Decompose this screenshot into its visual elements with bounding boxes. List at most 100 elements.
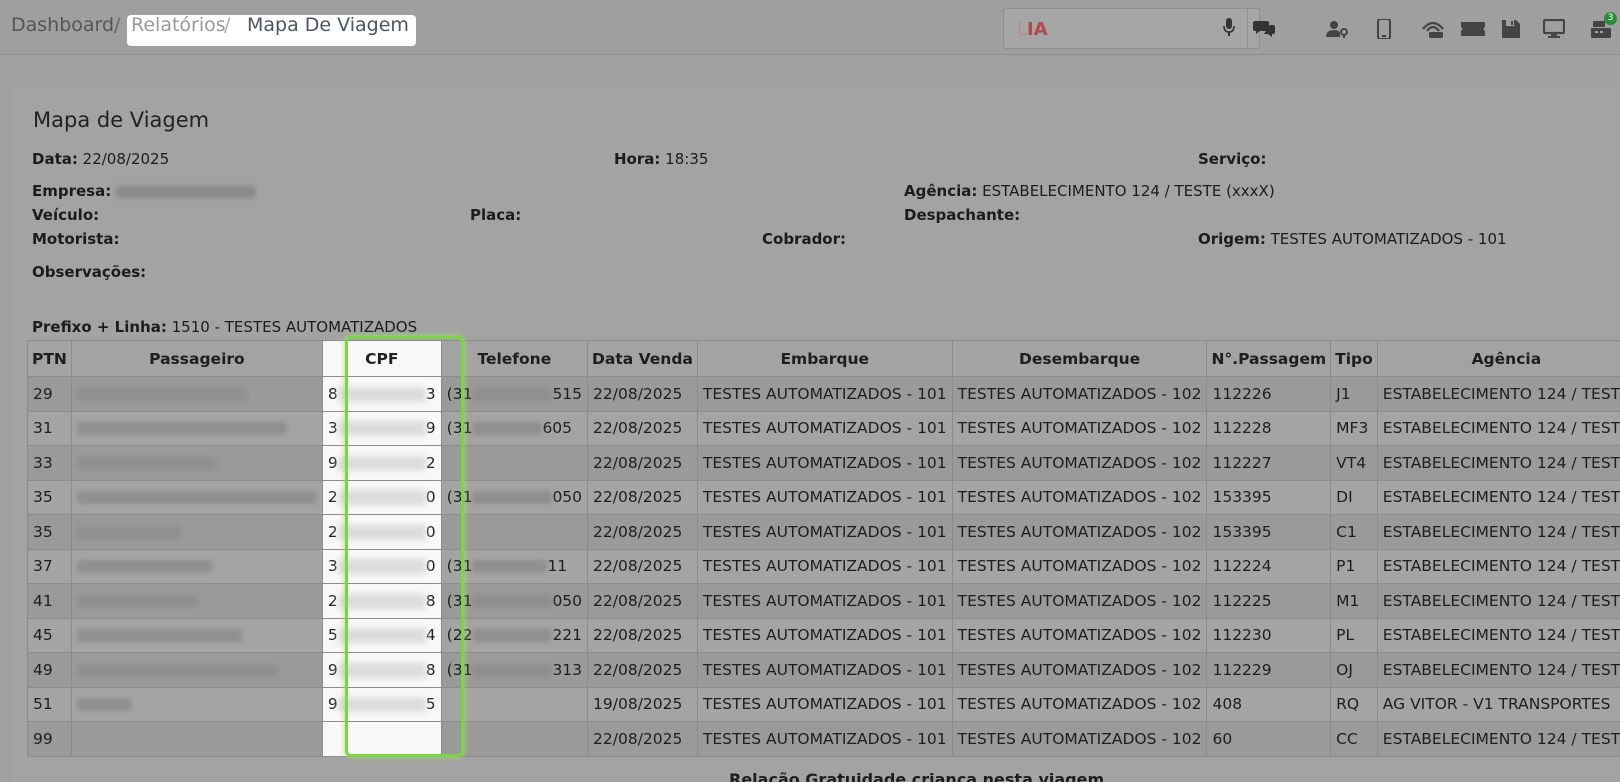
breadcrumb-dashboard[interactable]: Dashboard — [11, 14, 114, 36]
redacted-value — [337, 386, 426, 402]
cell-data-venda: 22/08/2025 — [587, 617, 698, 653]
cobrador-field: Cobrador: — [762, 230, 847, 248]
redacted-value — [337, 559, 426, 575]
cell-passageiro — [70, 583, 323, 619]
divider — [1247, 9, 1248, 48]
cell-embarque: TESTES AUTOMATIZADOS - 101 — [696, 479, 953, 515]
cpf-first-digit: 2 — [327, 488, 338, 507]
table-row: 99 22/08/2025 TESTES AUTOMATIZADOS - 101 TE… — [27, 721, 1620, 757]
cell-n-passagem: 112230 — [1206, 617, 1332, 653]
top-bar: Dashboard / Relatórios / Mapa De Viagem … — [0, 0, 1620, 55]
header-desembarque[interactable]: Desembarque — [951, 340, 1208, 377]
header-tipo[interactable]: Tipo — [1330, 340, 1378, 377]
agencia-field: Agência: ESTABELECIMENTO 124 / TESTE (xx… — [904, 182, 1275, 200]
breadcrumb-separator: / — [224, 14, 231, 36]
tel-suffix: 11 — [547, 557, 568, 576]
cell-agencia: ESTABELECIMENTO 124 / TESTE — [1376, 479, 1620, 515]
cell-ptn: 35 — [27, 479, 72, 515]
cell-ptn: 49 — [27, 652, 72, 688]
header-passageiro[interactable]: Passageiro — [70, 340, 323, 377]
ia-search-box[interactable]: LIA — [1003, 8, 1260, 49]
cell-telefone: (31 515 — [440, 376, 589, 412]
table-row: 29 8 3 (31 515 22/08/2025 TESTES AUTOMATIZADOS… — [27, 376, 1620, 412]
cell-n-passagem: 112224 — [1206, 548, 1332, 584]
cell-agencia: ESTABELECIMENTO 124 / TESTE — [1376, 410, 1620, 446]
cell-passageiro — [70, 514, 323, 550]
notification-badge: 3 — [1604, 12, 1617, 25]
cell-ptn: 41 — [27, 583, 72, 619]
breadcrumb-separator: / — [114, 14, 121, 36]
redacted-value — [76, 422, 287, 436]
cell-desembarque: TESTES AUTOMATIZADOS - 102 — [951, 410, 1208, 446]
tel-prefix: (31 — [446, 488, 473, 507]
cell-data-venda: 22/08/2025 — [587, 376, 698, 412]
cell-ptn: 29 — [27, 376, 72, 412]
cpf-first-digit: 9 — [327, 695, 338, 714]
cell-passageiro — [70, 410, 323, 446]
cell-embarque: TESTES AUTOMATIZADOS - 101 — [696, 548, 953, 584]
cpf-first-digit: 5 — [327, 626, 338, 645]
user-key-icon[interactable] — [1326, 19, 1350, 39]
header-telefone[interactable]: Telefone — [440, 340, 589, 377]
header-data-venda[interactable]: Data Venda — [587, 340, 698, 377]
cell-passageiro — [70, 376, 323, 412]
wifi-router-icon[interactable] — [1421, 19, 1445, 39]
redacted-value — [337, 628, 426, 644]
cell-ptn: 51 — [27, 686, 72, 722]
tel-prefix: (31 — [446, 419, 473, 438]
monitor-icon[interactable] — [1543, 19, 1565, 39]
tel-suffix: 515 — [552, 384, 583, 403]
header-agencia[interactable]: Agência — [1376, 340, 1620, 377]
redacted-value — [472, 629, 553, 643]
microphone-icon[interactable] — [1222, 17, 1236, 37]
cpf-last-digit: 0 — [425, 488, 436, 507]
cell-telefone — [440, 721, 589, 757]
header-n-passagem[interactable]: N°.Passagem — [1206, 340, 1332, 377]
redacted-value — [472, 594, 553, 608]
cell-desembarque: TESTES AUTOMATIZADOS - 102 — [951, 617, 1208, 653]
cell-desembarque: TESTES AUTOMATIZADOS - 102 — [951, 721, 1208, 757]
chat-icon[interactable] — [1253, 18, 1275, 38]
cell-embarque: TESTES AUTOMATIZADOS - 101 — [696, 376, 953, 412]
cell-passageiro — [70, 445, 323, 481]
cell-cpf — [321, 721, 442, 757]
cell-telefone — [440, 686, 589, 722]
save-icon[interactable] — [1501, 19, 1521, 39]
cell-tipo: M1 — [1330, 583, 1378, 619]
cell-n-passagem: 60 — [1206, 721, 1332, 757]
table-row: 51 9 5 19/08/2025 TESTES AUTOMATIZADOS - 101… — [27, 686, 1620, 722]
cell-n-passagem: 112227 — [1206, 445, 1332, 481]
cell-agencia: ESTABELECIMENTO 124 / TESTE — [1376, 514, 1620, 550]
cell-tipo: P1 — [1330, 548, 1378, 584]
cell-tipo: DI — [1330, 479, 1378, 515]
cell-ptn: 37 — [27, 548, 72, 584]
header-embarque[interactable]: Embarque — [696, 340, 953, 377]
cell-passageiro — [70, 652, 323, 688]
cell-data-venda: 22/08/2025 — [587, 514, 698, 550]
cell-agencia: ESTABELECIMENTO 124 / TESTE — [1376, 376, 1620, 412]
cell-agencia: ESTABELECIMENTO 124 / TESTE — [1376, 617, 1620, 653]
cell-cpf: 54 — [321, 617, 442, 653]
passenger-table: PTN Passageiro CPF Telefone Data Venda E… — [27, 340, 1620, 757]
cell-passageiro — [70, 617, 323, 653]
cell-cpf: 20 — [321, 514, 442, 550]
cell-tipo: RQ — [1330, 686, 1378, 722]
cpf-last-digit: 4 — [425, 626, 436, 645]
cell-data-venda: 22/08/2025 — [587, 445, 698, 481]
placa-field: Placa: — [470, 206, 522, 224]
cell-data-venda: 22/08/2025 — [587, 410, 698, 446]
cell-tipo: VT4 — [1330, 445, 1378, 481]
redacted-value — [337, 490, 426, 506]
cell-embarque: TESTES AUTOMATIZADOS - 101 — [696, 445, 953, 481]
ticket-icon[interactable] — [1460, 19, 1486, 39]
breadcrumb-relatorios[interactable]: Relatórios — [131, 14, 226, 36]
mobile-phone-icon[interactable] — [1377, 19, 1391, 39]
table-row: 35 2 0 22/08/2025 TESTES AUTOMATIZADOS - 101… — [27, 514, 1620, 550]
cpf-last-digit: 0 — [425, 522, 436, 541]
cpf-last-digit: 0 — [425, 557, 436, 576]
cpf-last-digit: 8 — [425, 660, 436, 679]
header-ptn[interactable]: PTN — [27, 340, 72, 377]
cell-ptn: 33 — [27, 445, 72, 481]
redacted-value — [337, 593, 426, 609]
header-cpf[interactable]: CPF — [321, 340, 442, 377]
